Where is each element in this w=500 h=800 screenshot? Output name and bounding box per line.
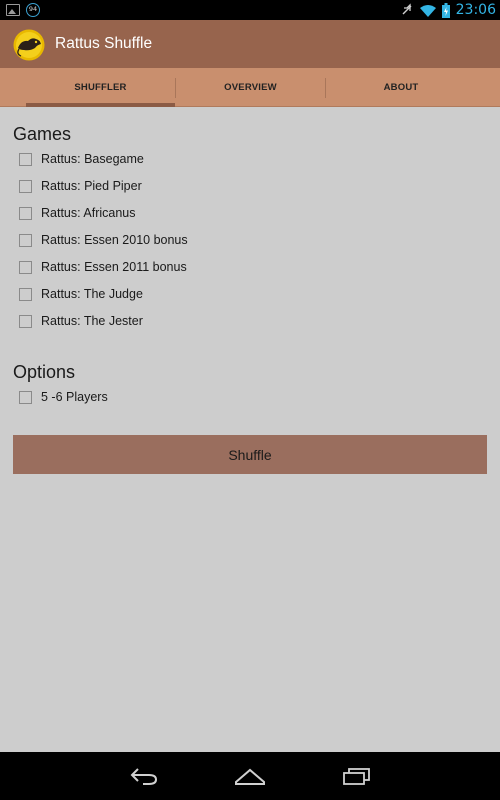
games-heading: Games <box>13 124 72 144</box>
game-checkbox-the-jester[interactable]: Rattus: The Jester <box>19 311 143 331</box>
checkbox-label: Rattus: The Jester <box>41 314 143 328</box>
home-button[interactable] <box>230 762 270 790</box>
checkbox[interactable] <box>19 179 32 193</box>
checkbox-label: Rattus: Africanus <box>41 206 136 220</box>
checkbox[interactable] <box>19 390 32 404</box>
option-checkbox-5-6-players[interactable]: 5 -6 Players <box>19 387 108 407</box>
app-logo-icon[interactable] <box>13 29 45 61</box>
status-notifications: 94 <box>6 3 40 17</box>
action-bar: Rattus Shuffle <box>0 20 500 68</box>
tab-shuffler[interactable]: SHUFFLER <box>26 68 175 107</box>
checkbox[interactable] <box>19 287 32 301</box>
mute-icon <box>402 3 412 15</box>
checkbox[interactable] <box>19 314 32 328</box>
options-heading: Options <box>13 362 76 382</box>
checkbox-label: Rattus: Pied Piper <box>41 179 142 193</box>
tab-about[interactable]: ABOUT <box>326 68 476 107</box>
status-system-icons: 23:06 <box>400 1 496 19</box>
checkbox[interactable] <box>19 260 32 274</box>
checkbox-label: Rattus: The Judge <box>41 287 143 301</box>
checkbox[interactable] <box>19 233 32 247</box>
game-checkbox-essen-2011[interactable]: Rattus: Essen 2011 bonus <box>19 257 187 277</box>
home-icon <box>235 768 265 785</box>
notification-badge: 94 <box>26 3 40 17</box>
game-checkbox-pied-piper[interactable]: Rattus: Pied Piper <box>19 176 142 196</box>
game-checkbox-africanus[interactable]: Rattus: Africanus <box>19 203 136 223</box>
tab-bar: SHUFFLER OVERVIEW ABOUT <box>0 68 500 107</box>
navigation-bar <box>0 752 500 800</box>
checkbox-label: Rattus: Basegame <box>41 152 144 166</box>
back-button[interactable] <box>124 762 164 790</box>
recent-apps-icon <box>343 768 370 785</box>
selected-tab-indicator <box>26 103 175 107</box>
status-bar: 94 23:06 <box>0 0 500 20</box>
checkbox[interactable] <box>19 206 32 220</box>
clock: 23:06 <box>455 2 496 18</box>
checkbox-label: 5 -6 Players <box>41 390 108 404</box>
checkbox-label: Rattus: Essen 2011 bonus <box>41 260 187 274</box>
checkbox[interactable] <box>19 152 32 166</box>
battery-icon <box>441 2 450 18</box>
back-icon <box>130 768 158 785</box>
game-checkbox-the-judge[interactable]: Rattus: The Judge <box>19 284 143 304</box>
checkbox-label: Rattus: Essen 2010 bonus <box>41 233 188 247</box>
app-title: Rattus Shuffle <box>55 35 153 52</box>
gallery-notification-icon <box>6 4 20 16</box>
game-checkbox-basegame[interactable]: Rattus: Basegame <box>19 149 144 169</box>
shuffle-button[interactable]: Shuffle <box>13 435 487 474</box>
recent-apps-button[interactable] <box>336 762 376 790</box>
wifi-icon <box>419 4 436 17</box>
tab-overview[interactable]: OVERVIEW <box>176 68 325 107</box>
game-checkbox-essen-2010[interactable]: Rattus: Essen 2010 bonus <box>19 230 188 250</box>
